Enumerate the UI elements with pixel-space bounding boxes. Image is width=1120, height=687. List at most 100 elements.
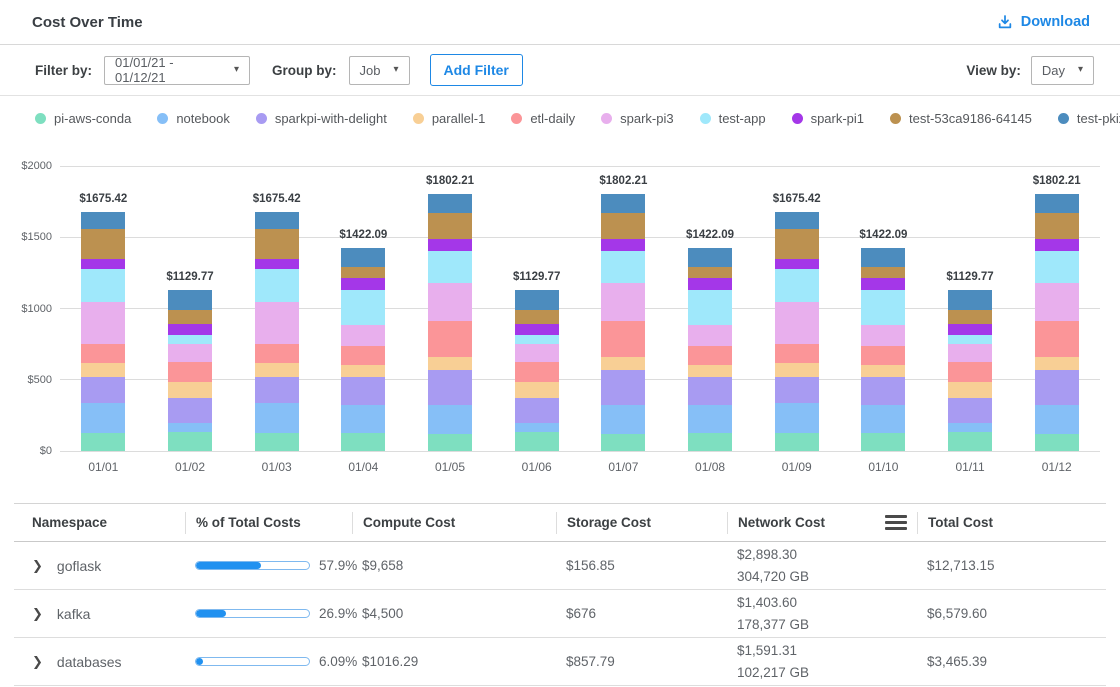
bar-segment-spark-pi1[interactable] [515,324,559,335]
bar-segment-parallel-1[interactable] [255,363,299,377]
bar-segment-notebook[interactable] [81,403,125,433]
bar-segment-parallel-1[interactable] [81,363,125,377]
legend-item-test-app[interactable]: test-app [700,111,766,126]
bar-segment-spark-pi3[interactable] [428,283,472,321]
bar-segment-spark-pi3[interactable] [948,344,992,362]
bar-segment-notebook[interactable] [688,405,732,433]
table-row[interactable]: ❯databases6.09%$1016.29$857.79$1,591.311… [14,638,1106,686]
bar-segment-pi-aws-conda[interactable] [515,432,559,451]
legend-item-etl-daily[interactable]: etl-daily [511,111,575,126]
bar-segment-notebook[interactable] [515,423,559,432]
bar-segment-test-53ca9186-64145[interactable] [515,310,559,324]
bar-segment-spark-pi3[interactable] [255,302,299,344]
bar-segment-notebook[interactable] [948,423,992,432]
bar-segment-spark-pi1[interactable] [428,239,472,251]
stacked-bar[interactable] [775,212,819,451]
bar-segment-test-app[interactable] [81,269,125,302]
legend-item-parallel-1[interactable]: parallel-1 [413,111,485,126]
bar-segment-parallel-1[interactable] [861,365,905,377]
bar-segment-etl-daily[interactable] [255,344,299,363]
stacked-bar[interactable] [688,248,732,451]
bar-segment-sparkpi-with-delight[interactable] [948,398,992,423]
bar-segment-spark-pi1[interactable] [775,259,819,269]
bar-segment-spark-pi3[interactable] [341,325,385,346]
bar-segment-parallel-1[interactable] [428,357,472,370]
bar-segment-pi-aws-conda[interactable] [255,433,299,451]
bar-segment-notebook[interactable] [1035,405,1079,434]
bar-segment-test-app[interactable] [601,251,645,283]
bar-segment-test-53ca9186-64145[interactable] [1035,213,1079,240]
legend-item-sparkpi-with-delight[interactable]: sparkpi-with-delight [256,111,387,126]
bar-segment-sparkpi-with-delight[interactable] [601,370,645,405]
bar-segment-spark-pi1[interactable] [341,278,385,290]
bar-segment-test-pkix[interactable] [861,248,905,267]
bar-segment-etl-daily[interactable] [515,362,559,382]
bar-segment-etl-daily[interactable] [861,346,905,365]
bar-segment-spark-pi3[interactable] [515,344,559,362]
bar-segment-test-app[interactable] [861,290,905,325]
bar-segment-test-pkix[interactable] [601,194,645,212]
bar-segment-test-53ca9186-64145[interactable] [688,267,732,277]
bar-segment-spark-pi1[interactable] [688,278,732,290]
bar-segment-sparkpi-with-delight[interactable] [341,377,385,405]
bar-segment-test-53ca9186-64145[interactable] [255,229,299,259]
bar-segment-notebook[interactable] [775,403,819,433]
bar-segment-sparkpi-with-delight[interactable] [1035,370,1079,405]
bar-segment-sparkpi-with-delight[interactable] [688,377,732,405]
legend-item-spark-pi3[interactable]: spark-pi3 [601,111,673,126]
bar-segment-test-app[interactable] [255,269,299,302]
bar-segment-test-app[interactable] [775,269,819,302]
stacked-bar[interactable] [81,212,125,451]
bar-segment-parallel-1[interactable] [1035,357,1079,370]
bar-segment-sparkpi-with-delight[interactable] [428,370,472,405]
bar-segment-notebook[interactable] [341,405,385,433]
expand-chevron-icon[interactable]: ❯ [32,558,43,574]
bar-segment-test-app[interactable] [428,251,472,283]
bar-segment-etl-daily[interactable] [688,346,732,365]
bar-segment-spark-pi3[interactable] [601,283,645,321]
stacked-bar[interactable] [168,290,212,451]
bar-segment-pi-aws-conda[interactable] [168,432,212,451]
stacked-bar[interactable] [341,248,385,451]
group-by-select[interactable]: Job ▾ [349,56,410,85]
legend-item-notebook[interactable]: notebook [157,111,230,126]
bar-segment-test-53ca9186-64145[interactable] [168,310,212,324]
stacked-bar[interactable] [861,248,905,451]
bar-segment-etl-daily[interactable] [341,346,385,365]
bar-segment-etl-daily[interactable] [775,344,819,363]
bar-segment-spark-pi3[interactable] [168,344,212,362]
bar-segment-etl-daily[interactable] [1035,321,1079,356]
bar-segment-pi-aws-conda[interactable] [428,434,472,451]
bar-segment-pi-aws-conda[interactable] [775,433,819,451]
bar-segment-etl-daily[interactable] [81,344,125,363]
bar-segment-spark-pi1[interactable] [948,324,992,335]
bar-segment-spark-pi3[interactable] [1035,283,1079,321]
bar-segment-test-app[interactable] [948,335,992,344]
bar-segment-test-app[interactable] [168,335,212,344]
bar-segment-pi-aws-conda[interactable] [1035,434,1079,451]
bar-segment-test-53ca9186-64145[interactable] [341,267,385,277]
bar-segment-notebook[interactable] [861,405,905,433]
bar-segment-notebook[interactable] [255,403,299,433]
bar-segment-parallel-1[interactable] [688,365,732,377]
bar-segment-test-pkix[interactable] [688,248,732,267]
add-filter-button[interactable]: Add Filter [430,54,523,86]
bar-segment-sparkpi-with-delight[interactable] [775,377,819,403]
bar-segment-test-53ca9186-64145[interactable] [861,267,905,277]
bar-segment-parallel-1[interactable] [601,357,645,370]
bar-segment-test-app[interactable] [341,290,385,325]
expand-chevron-icon[interactable]: ❯ [32,606,43,622]
bar-segment-sparkpi-with-delight[interactable] [168,398,212,423]
legend-item-spark-pi1[interactable]: spark-pi1 [792,111,864,126]
bar-segment-spark-pi3[interactable] [688,325,732,346]
bar-segment-sparkpi-with-delight[interactable] [515,398,559,423]
bar-segment-etl-daily[interactable] [601,321,645,356]
stacked-bar[interactable] [601,194,645,451]
table-row[interactable]: ❯goflask57.9%$9,658$156.85$2,898.30304,7… [14,542,1106,590]
stacked-bar[interactable] [428,194,472,451]
stacked-bar[interactable] [948,290,992,451]
bar-segment-test-pkix[interactable] [81,212,125,228]
bar-segment-notebook[interactable] [168,423,212,432]
bar-segment-pi-aws-conda[interactable] [81,433,125,451]
expand-chevron-icon[interactable]: ❯ [32,654,43,670]
